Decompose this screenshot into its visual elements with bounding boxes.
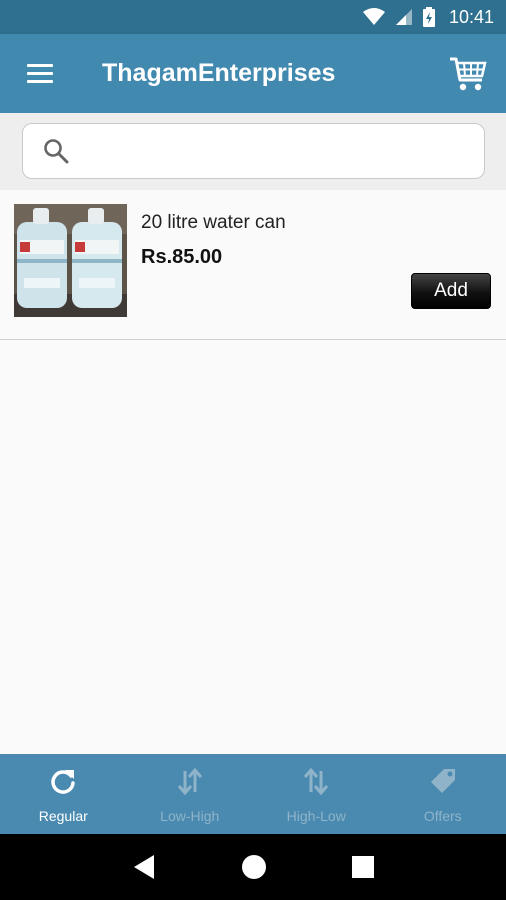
battery-icon [422,7,435,27]
product-name: 20 litre water can [141,212,286,233]
system-navigation-bar [0,834,506,900]
cart-button[interactable] [438,34,498,113]
product-image [14,204,127,317]
search-input[interactable] [81,140,484,162]
search-bar-container [0,113,506,190]
menu-button[interactable] [0,34,80,113]
product-item[interactable]: 20 litre water can Rs.85.00 Add [0,190,506,340]
home-icon[interactable] [241,854,267,880]
nav-label-offers: Offers [423,808,462,824]
nav-item-regular[interactable]: Regular [0,754,127,834]
sort-low-high-icon [177,767,202,795]
back-icon[interactable] [132,854,156,880]
search-box[interactable] [22,123,485,179]
hamburger-icon [27,63,53,84]
refresh-icon [51,770,75,794]
search-icon [44,139,69,164]
nav-label-low-high: Low-High [160,808,220,824]
sort-high-low-icon [304,767,329,795]
nav-label-high-low: High-Low [286,808,346,824]
nav-item-low-high[interactable]: Low-High [127,754,254,834]
page-title: ThagamEnterprises [102,59,336,87]
nav-item-offers[interactable]: Offers [380,754,506,834]
status-time: 10:41 [448,6,494,27]
signal-icon [395,9,412,25]
recents-icon[interactable] [351,856,374,878]
app-bar: ThagamEnterprises [0,34,506,113]
tag-icon [430,769,455,793]
bottom-navigation: Regular Low-High High-Low Offers [0,754,506,834]
status-bar: 10:41 [0,0,506,34]
nav-item-high-low[interactable]: High-Low [253,754,380,834]
nav-label-regular: Regular [38,808,88,824]
product-list: 20 litre water can Rs.85.00 Add [0,190,506,340]
product-price: Rs.85.00 [141,246,223,268]
cart-icon [450,57,487,90]
add-to-cart-button[interactable]: Add [411,273,491,309]
wifi-icon [362,8,385,25]
